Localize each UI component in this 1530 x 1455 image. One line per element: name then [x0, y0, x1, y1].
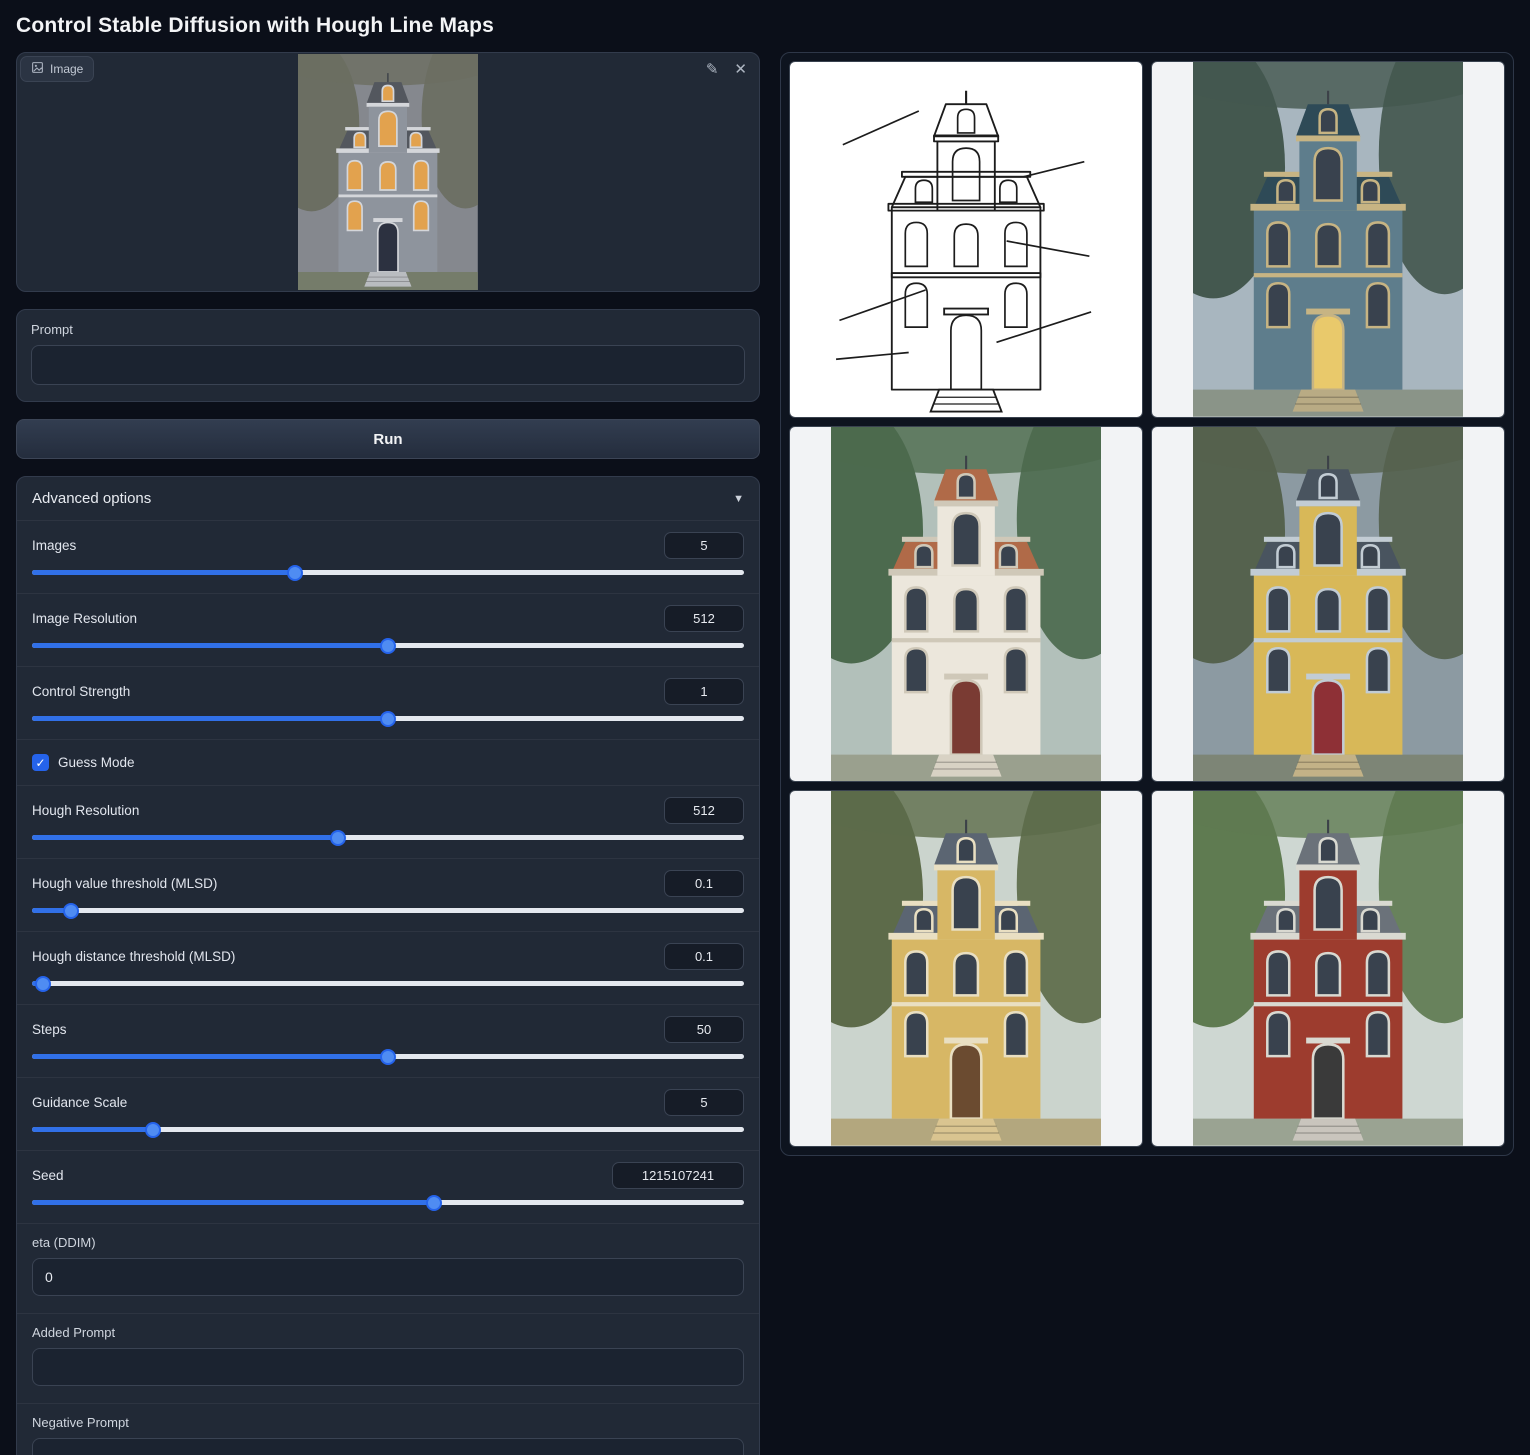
gallery-item-result-red-house[interactable] — [1151, 790, 1505, 1147]
slider-label-hough-resolution: Hough Resolution — [32, 803, 139, 818]
gallery-item-result-gold-house[interactable] — [789, 790, 1143, 1147]
slider-track-seed[interactable] — [32, 1200, 744, 1205]
slider-seed: Seed 1215107241 — [17, 1150, 759, 1223]
slider-value-control-strength[interactable]: 1 — [664, 678, 744, 705]
text-field-eta-ddim: eta (DDIM) — [17, 1223, 759, 1313]
slider-value-hough-distance-threshold-mlsd[interactable]: 0.1 — [664, 943, 744, 970]
slider-handle-image-resolution[interactable] — [380, 638, 396, 654]
slider-handle-seed[interactable] — [426, 1195, 442, 1211]
checkbox-row-guess-mode: ✓ Guess Mode — [17, 739, 759, 785]
slider-value-steps[interactable]: 50 — [664, 1016, 744, 1043]
slider-handle-control-strength[interactable] — [380, 711, 396, 727]
slider-fill — [32, 1127, 153, 1132]
text-input-eta-ddim[interactable] — [32, 1258, 744, 1296]
slider-handle-hough-value-threshold-mlsd[interactable] — [63, 903, 79, 919]
slider-handle-steps[interactable] — [380, 1049, 396, 1065]
slider-value-image-resolution[interactable]: 512 — [664, 605, 744, 632]
advanced-options-body: Images 5 Image Resolution 512 Control Streng… — [17, 520, 759, 1455]
advanced-options-panel: Advanced options ▼ Images 5 Image Resoluti… — [16, 476, 760, 1455]
advanced-options-title: Advanced options — [32, 490, 151, 507]
text-field-negative-prompt: Negative Prompt — [17, 1403, 759, 1455]
slider-track-hough-distance-threshold-mlsd[interactable] — [32, 981, 744, 986]
slider-handle-hough-resolution[interactable] — [330, 830, 346, 846]
slider-handle-guidance-scale[interactable] — [145, 1122, 161, 1138]
slider-label-image-resolution: Image Resolution — [32, 611, 137, 626]
prompt-input[interactable] — [31, 345, 745, 385]
slider-fill — [32, 1200, 434, 1205]
slider-value-hough-value-threshold-mlsd[interactable]: 0.1 — [664, 870, 744, 897]
advanced-options-header[interactable]: Advanced options ▼ — [17, 477, 759, 520]
slider-label-seed: Seed — [32, 1168, 64, 1183]
slider-fill — [32, 570, 295, 575]
checkbox-guess-mode[interactable]: ✓ — [32, 754, 49, 771]
image-actions: ✎ ✕ — [704, 60, 749, 79]
slider-fill — [32, 643, 388, 648]
input-image[interactable] — [298, 54, 478, 290]
slider-label-control-strength: Control Strength — [32, 684, 130, 699]
slider-fill — [32, 1054, 388, 1059]
main-columns: Image ✎ ✕ Prompt Run Advanced options ▼ … — [16, 52, 1514, 1455]
image-icon — [31, 61, 44, 77]
slider-hough-resolution: Hough Resolution 512 — [17, 785, 759, 858]
gallery-item-result-mustard-house[interactable] — [1151, 426, 1505, 783]
slider-value-seed[interactable]: 1215107241 — [612, 1162, 744, 1189]
slider-track-guidance-scale[interactable] — [32, 1127, 744, 1132]
slider-track-steps[interactable] — [32, 1054, 744, 1059]
slider-label-images: Images — [32, 538, 76, 553]
collapse-caret-icon: ▼ — [733, 493, 744, 505]
text-field-added-prompt: Added Prompt — [17, 1313, 759, 1403]
output-gallery — [780, 52, 1514, 1156]
slider-hough-value-threshold-mlsd: Hough value threshold (MLSD) 0.1 — [17, 858, 759, 931]
slider-handle-hough-distance-threshold-mlsd[interactable] — [35, 976, 51, 992]
slider-label-hough-distance-threshold-mlsd: Hough distance threshold (MLSD) — [32, 949, 235, 964]
slider-value-hough-resolution[interactable]: 512 — [664, 797, 744, 824]
slider-track-control-strength[interactable] — [32, 716, 744, 721]
slider-image-resolution: Image Resolution 512 — [17, 593, 759, 666]
text-input-added-prompt[interactable] — [32, 1348, 744, 1386]
slider-label-hough-value-threshold-mlsd: Hough value threshold (MLSD) — [32, 876, 217, 891]
slider-hough-distance-threshold-mlsd: Hough distance threshold (MLSD) 0.1 — [17, 931, 759, 1004]
slider-fill — [32, 835, 338, 840]
gallery-item-result-blue-house[interactable] — [1151, 61, 1505, 418]
slider-track-image-resolution[interactable] — [32, 643, 744, 648]
text-label-negative-prompt: Negative Prompt — [32, 1415, 744, 1430]
slider-track-hough-value-threshold-mlsd[interactable] — [32, 908, 744, 913]
page-title: Control Stable Diffusion with Hough Line… — [16, 14, 1514, 38]
slider-value-guidance-scale[interactable]: 5 — [664, 1089, 744, 1116]
slider-track-hough-resolution[interactable] — [32, 835, 744, 840]
gallery-item-result-white-house[interactable] — [789, 426, 1143, 783]
clear-image-button[interactable]: ✕ — [732, 60, 749, 79]
edit-image-button[interactable]: ✎ — [704, 60, 721, 79]
slider-guidance-scale: Guidance Scale 5 — [17, 1077, 759, 1150]
app-root: Control Stable Diffusion with Hough Line… — [0, 0, 1530, 1455]
run-button[interactable]: Run — [16, 419, 760, 459]
results-column — [780, 52, 1514, 1156]
slider-steps: Steps 50 — [17, 1004, 759, 1077]
slider-fill — [32, 716, 388, 721]
checkbox-label-guess-mode: Guess Mode — [58, 755, 135, 770]
slider-images: Images 5 — [17, 520, 759, 593]
slider-value-images[interactable]: 5 — [664, 532, 744, 559]
slider-label-steps: Steps — [32, 1022, 67, 1037]
text-label-eta-ddim: eta (DDIM) — [32, 1235, 744, 1250]
prompt-label: Prompt — [31, 322, 745, 337]
text-label-added-prompt: Added Prompt — [32, 1325, 744, 1340]
image-label: Image — [50, 62, 83, 76]
slider-label-guidance-scale: Guidance Scale — [32, 1095, 127, 1110]
input-image-panel: Image ✎ ✕ — [16, 52, 760, 292]
image-label-badge: Image — [20, 56, 94, 82]
slider-track-images[interactable] — [32, 570, 744, 575]
slider-control-strength: Control Strength 1 — [17, 666, 759, 739]
gallery-item-hough-line-map[interactable] — [789, 61, 1143, 418]
slider-handle-images[interactable] — [287, 565, 303, 581]
text-input-negative-prompt[interactable] — [32, 1438, 744, 1455]
prompt-panel: Prompt — [16, 309, 760, 402]
controls-column: Image ✎ ✕ Prompt Run Advanced options ▼ … — [16, 52, 760, 1455]
